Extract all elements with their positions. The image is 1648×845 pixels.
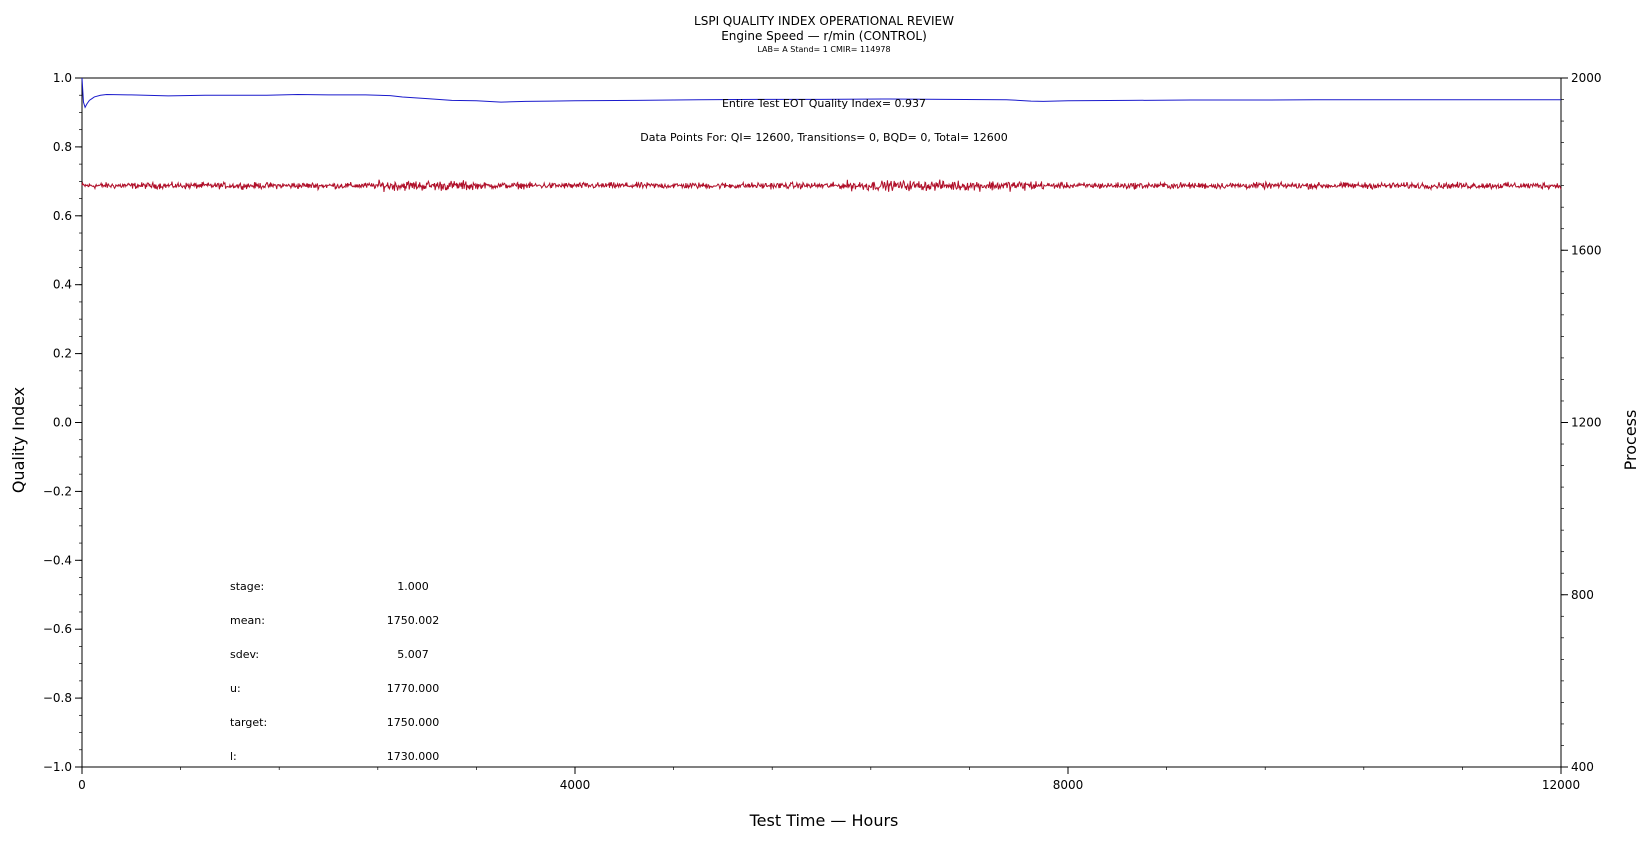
y-right-tick-label: 400 — [1571, 760, 1594, 774]
stat-label: stage: — [230, 580, 264, 593]
y-left-tick-label: −1.0 — [43, 760, 72, 774]
stat-label: u: — [230, 682, 241, 695]
x-axis-label: Test Time — Hours — [749, 811, 899, 830]
y-left-tick-label: 0.8 — [53, 140, 72, 154]
process-series-line — [81, 179, 1562, 192]
stat-value: 1770.000 — [387, 682, 440, 695]
data-points-annotation: Data Points For: QI= 12600, Transitions=… — [640, 131, 1008, 144]
x-ticks: 0 4000 8000 12000 — [78, 767, 1580, 792]
y-left-tick-label: −0.8 — [43, 691, 72, 705]
y-left-tick-label: 0.0 — [53, 416, 72, 430]
y-left-tick-label: −0.2 — [43, 484, 72, 498]
stat-label: target: — [230, 716, 267, 729]
x-tick-label: 4000 — [560, 778, 591, 792]
qi-chart: LSPI QUALITY INDEX OPERATIONAL REVIEW En… — [9, 14, 1640, 830]
stats-block: stage: 1.000 mean: 1750.002 sdev: 5.007 u: 1770… — [230, 580, 439, 763]
y-ticks-right: 2000 1600 1200 800 400 — [1561, 71, 1602, 774]
y-left-tick-label: −0.6 — [43, 622, 72, 636]
y-left-tick-label: 0.2 — [53, 347, 72, 361]
stat-value: 1750.002 — [387, 614, 440, 627]
process-series-group — [81, 179, 1562, 192]
stat-label: mean: — [230, 614, 265, 627]
y-left-tick-label: 0.4 — [53, 278, 72, 292]
stat-label: l: — [230, 750, 237, 763]
y-axis-label-left: Quality Index — [9, 387, 28, 493]
y-right-tick-label: 1600 — [1571, 243, 1602, 257]
y-ticks-left: 1.0 0.8 0.6 0.4 0.2 0.0 −0.2 −0.4 −0.6 −0.8 −1.0 — [43, 71, 82, 774]
y-left-tick-label: 0.6 — [53, 209, 72, 223]
y-axis-label-right: Process — [1621, 410, 1640, 471]
stat-value: 5.007 — [397, 648, 429, 661]
y-left-tick-label: −0.4 — [43, 553, 72, 567]
y-right-tick-label: 2000 — [1571, 71, 1602, 85]
y-left-tick-label: 1.0 — [53, 71, 72, 85]
y-right-tick-label: 1200 — [1571, 416, 1602, 430]
stat-label: sdev: — [230, 648, 259, 661]
eot-quality-annotation: Entire Test EOT Quality Index= 0.937 — [722, 97, 926, 110]
x-tick-label: 12000 — [1542, 778, 1580, 792]
x-tick-label: 8000 — [1053, 778, 1084, 792]
stat-value: 1730.000 — [387, 750, 440, 763]
x-tick-label: 0 — [78, 778, 86, 792]
y-right-tick-label: 800 — [1571, 588, 1594, 602]
chart-subtitle: Engine Speed — r/min (CONTROL) — [721, 29, 927, 43]
chart-title: LSPI QUALITY INDEX OPERATIONAL REVIEW — [694, 14, 954, 28]
chart-subtitle-2: LAB= A Stand= 1 CMIR= 114978 — [757, 45, 890, 54]
stat-value: 1750.000 — [387, 716, 440, 729]
plot-frame — [81, 77, 1562, 768]
stat-value: 1.000 — [397, 580, 429, 593]
